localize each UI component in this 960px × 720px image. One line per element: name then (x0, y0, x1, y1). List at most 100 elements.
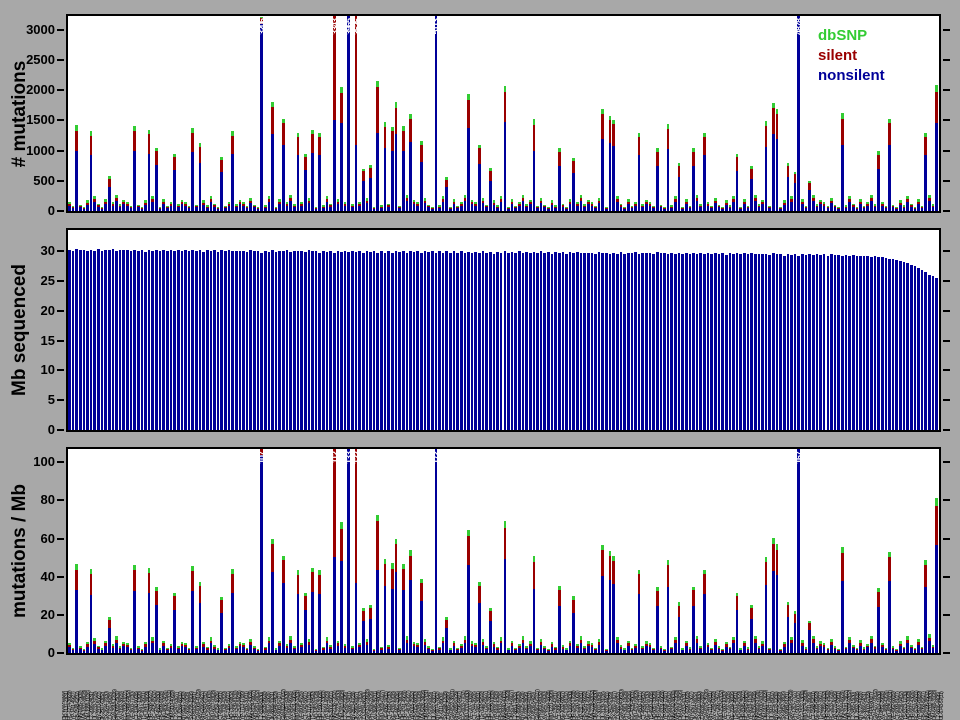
y-tick (943, 340, 950, 342)
bar (482, 251, 485, 430)
bar (297, 251, 300, 430)
bar (355, 252, 358, 430)
bar (703, 570, 706, 653)
bar (431, 207, 434, 211)
bar (787, 163, 790, 211)
bar (260, 253, 263, 430)
bar (612, 556, 615, 653)
bar (779, 254, 782, 430)
bar (776, 109, 779, 211)
bar (703, 254, 706, 430)
bar (438, 205, 441, 211)
bar (242, 643, 245, 653)
bar (812, 195, 815, 211)
bar (565, 648, 568, 653)
bar (369, 252, 372, 430)
bar (729, 647, 732, 653)
plot-area-mutations: 320633433965362651134878 (66, 14, 941, 213)
bar (543, 646, 546, 653)
y-tick-label: 40 (41, 569, 55, 584)
y-axis-title-mutations-per-mb: mutations / Mb (9, 451, 31, 651)
bar (511, 641, 514, 653)
bar (641, 253, 644, 430)
bar (75, 125, 78, 211)
bar (210, 196, 213, 211)
bar (406, 636, 409, 653)
bar (79, 205, 82, 211)
bar (217, 207, 220, 211)
bar (649, 202, 652, 211)
bar (739, 207, 742, 211)
bar (551, 200, 554, 211)
bar (173, 154, 176, 211)
bar (674, 637, 677, 653)
bar (474, 643, 477, 653)
bar (587, 200, 590, 211)
bar (456, 648, 459, 654)
bar (464, 636, 467, 653)
y-tick-label: 5 (48, 392, 55, 407)
bar (877, 588, 880, 653)
bar (507, 253, 510, 430)
bar (311, 130, 314, 211)
bar (892, 259, 895, 430)
bar (122, 250, 125, 430)
bar (649, 253, 652, 430)
bar (489, 608, 492, 653)
bar (645, 641, 648, 653)
bar (355, 449, 358, 653)
y-tick (943, 461, 950, 463)
bar (387, 251, 390, 430)
bar (794, 172, 797, 211)
bar (877, 257, 880, 430)
clipped-bar-value: 4878 (794, 19, 804, 35)
bar (329, 204, 332, 211)
bar (736, 593, 739, 653)
bar (496, 205, 499, 211)
y-tick-label: 15 (41, 333, 55, 348)
bar (718, 254, 721, 430)
y-tick-label: 2000 (26, 82, 55, 97)
bar (870, 195, 873, 211)
bar (340, 252, 343, 430)
bar (257, 207, 260, 211)
bar (750, 253, 753, 430)
bar (72, 648, 75, 653)
bar (870, 636, 873, 653)
bar (344, 251, 347, 430)
bar (721, 207, 724, 211)
bar (398, 206, 401, 211)
bar (587, 253, 590, 430)
bar (395, 539, 398, 653)
bar (551, 642, 554, 653)
bar (435, 253, 438, 430)
bar (536, 648, 539, 653)
bar (293, 204, 296, 211)
bar (362, 169, 365, 211)
bar (300, 251, 303, 430)
bar (104, 641, 107, 653)
bar (554, 647, 557, 653)
bar (188, 648, 191, 653)
bar (906, 636, 909, 653)
bar (747, 647, 750, 653)
bar (569, 199, 572, 211)
bar (601, 109, 604, 211)
bar (805, 206, 808, 211)
bar (598, 639, 601, 653)
bar (406, 195, 409, 211)
bar (369, 165, 372, 211)
bar (504, 521, 507, 653)
bar (242, 202, 245, 211)
bar (166, 648, 169, 653)
bar (162, 250, 165, 430)
bar (652, 254, 655, 430)
bar (500, 253, 503, 430)
bar (885, 258, 888, 430)
bar (765, 254, 768, 430)
bar (656, 587, 659, 653)
y-tick (943, 29, 950, 31)
bar (848, 637, 851, 653)
bar (376, 515, 379, 653)
bar (674, 254, 677, 430)
